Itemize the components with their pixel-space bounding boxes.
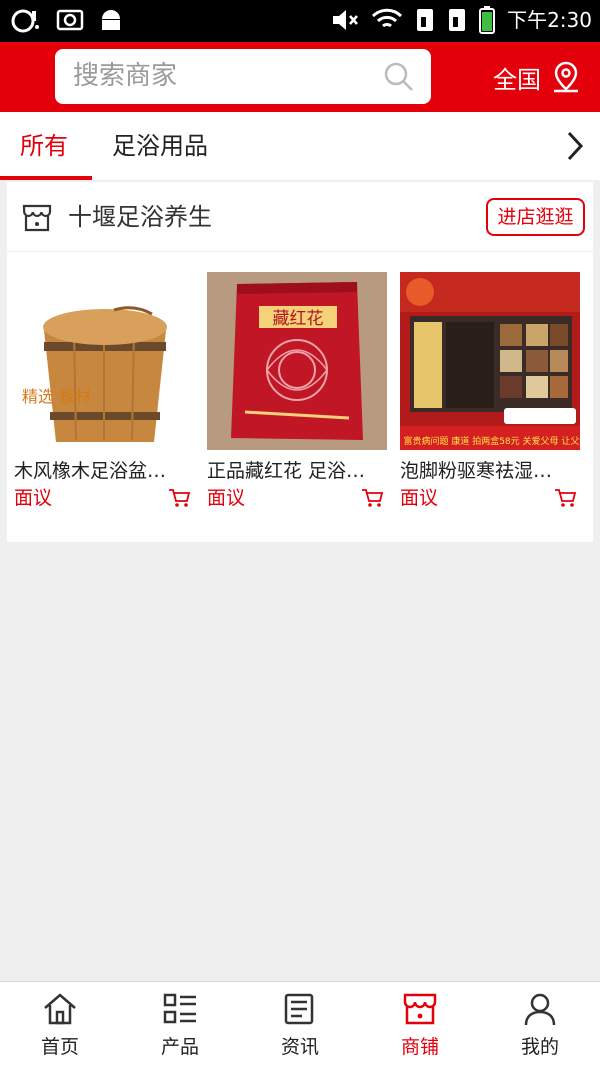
nav-me-label: 我的	[520, 1036, 559, 1058]
product-badge-text: 精选 板材	[22, 387, 91, 406]
wifi-icon	[372, 8, 403, 28]
region-selector[interactable]: 全国	[493, 42, 581, 112]
product-price: 面议	[14, 487, 53, 509]
shop-icon	[403, 993, 437, 1025]
product-card[interactable]: 中老年三高 富贵病问题 康道 拍两盒58元 关爱父母 让父母远离痛苦 泡脚粉驱寒…	[400, 272, 580, 522]
product-list-icon	[163, 993, 196, 1024]
enter-shop-button[interactable]: 进店逛逛	[486, 198, 585, 236]
chevron-right-icon[interactable]	[564, 130, 586, 162]
nav-home-label: 首页	[40, 1036, 79, 1058]
shop-card: 十堰足浴养生 进店逛逛 精选 板材 木风橡木足浴盆… 面议 藏红花 正品藏红花 …	[7, 182, 593, 542]
headset-icon	[11, 9, 39, 33]
status-time: 下午2:30	[507, 8, 592, 32]
product-title[interactable]: 木风橡木足浴盆…	[14, 456, 186, 483]
product-list: 精选 板材 木风橡木足浴盆… 面议 藏红花 正品藏红花 足浴… 面议 富贵病问题…	[7, 272, 593, 522]
product-image-foot-soak[interactable]: 中老年三高 富贵病问题 康道 拍两盒58元 关爱父母 让父母远离痛苦	[400, 272, 580, 450]
tab-foot-bath-supplies[interactable]: 足浴用品	[112, 112, 208, 180]
product-price: 面议	[400, 487, 439, 509]
shop-header: 十堰足浴养生 进店逛逛	[7, 182, 593, 252]
cart-icon[interactable]	[554, 488, 576, 508]
product-image-label: 藏红花	[273, 309, 324, 329]
location-pin-icon	[554, 61, 578, 93]
header: 搜索商家 全国	[0, 42, 600, 112]
status-bar: 下午2:30	[0, 0, 600, 42]
region-label: 全国	[493, 65, 541, 94]
nav-shops[interactable]: 商铺	[360, 982, 480, 1067]
nav-shops-label: 商铺	[400, 1036, 439, 1058]
home-icon	[44, 993, 76, 1025]
sim2-icon	[449, 9, 466, 31]
product-image-wooden-tub[interactable]: 精选 板材	[14, 272, 194, 450]
product-price: 面议	[207, 487, 246, 509]
nav-news-label: 资讯	[280, 1036, 319, 1058]
shop-name: 十堰足浴养生	[68, 203, 212, 231]
screenshot-icon	[56, 9, 84, 31]
nav-products-label: 产品	[160, 1036, 199, 1058]
active-tab-indicator	[0, 176, 92, 180]
battery-icon	[479, 6, 496, 34]
nav-home[interactable]: 首页	[0, 982, 120, 1067]
product-card[interactable]: 藏红花 正品藏红花 足浴… 面议	[207, 272, 387, 522]
user-icon	[524, 993, 556, 1026]
news-icon	[284, 993, 314, 1025]
search-placeholder: 搜索商家	[73, 61, 178, 91]
product-card[interactable]: 精选 板材 木风橡木足浴盆… 面议	[14, 272, 194, 522]
product-image-saffron[interactable]: 藏红花	[207, 272, 387, 450]
nav-products[interactable]: 产品	[120, 982, 240, 1067]
nav-news[interactable]: 资讯	[240, 982, 360, 1067]
search-icon[interactable]	[383, 61, 415, 93]
product-title[interactable]: 泡脚粉驱寒祛湿…	[400, 456, 572, 483]
cart-icon[interactable]	[168, 488, 190, 508]
product-image-label: 中老年三高 富贵病问题 康道 拍两盒58元 关爱父母 让父母远离痛苦	[400, 435, 580, 447]
store-icon	[22, 204, 52, 232]
tab-all[interactable]: 所有	[20, 112, 68, 180]
search-input[interactable]: 搜索商家	[55, 49, 431, 104]
android-icon	[102, 10, 120, 30]
category-tabs: 所有 足浴用品	[0, 112, 600, 180]
bottom-nav: 首页 产品 资讯 商铺 我的	[0, 981, 600, 1067]
mute-icon	[333, 10, 359, 30]
sim1-icon	[417, 9, 434, 31]
cart-icon[interactable]	[361, 488, 383, 508]
nav-me[interactable]: 我的	[480, 982, 600, 1067]
product-title[interactable]: 正品藏红花 足浴…	[207, 456, 379, 483]
